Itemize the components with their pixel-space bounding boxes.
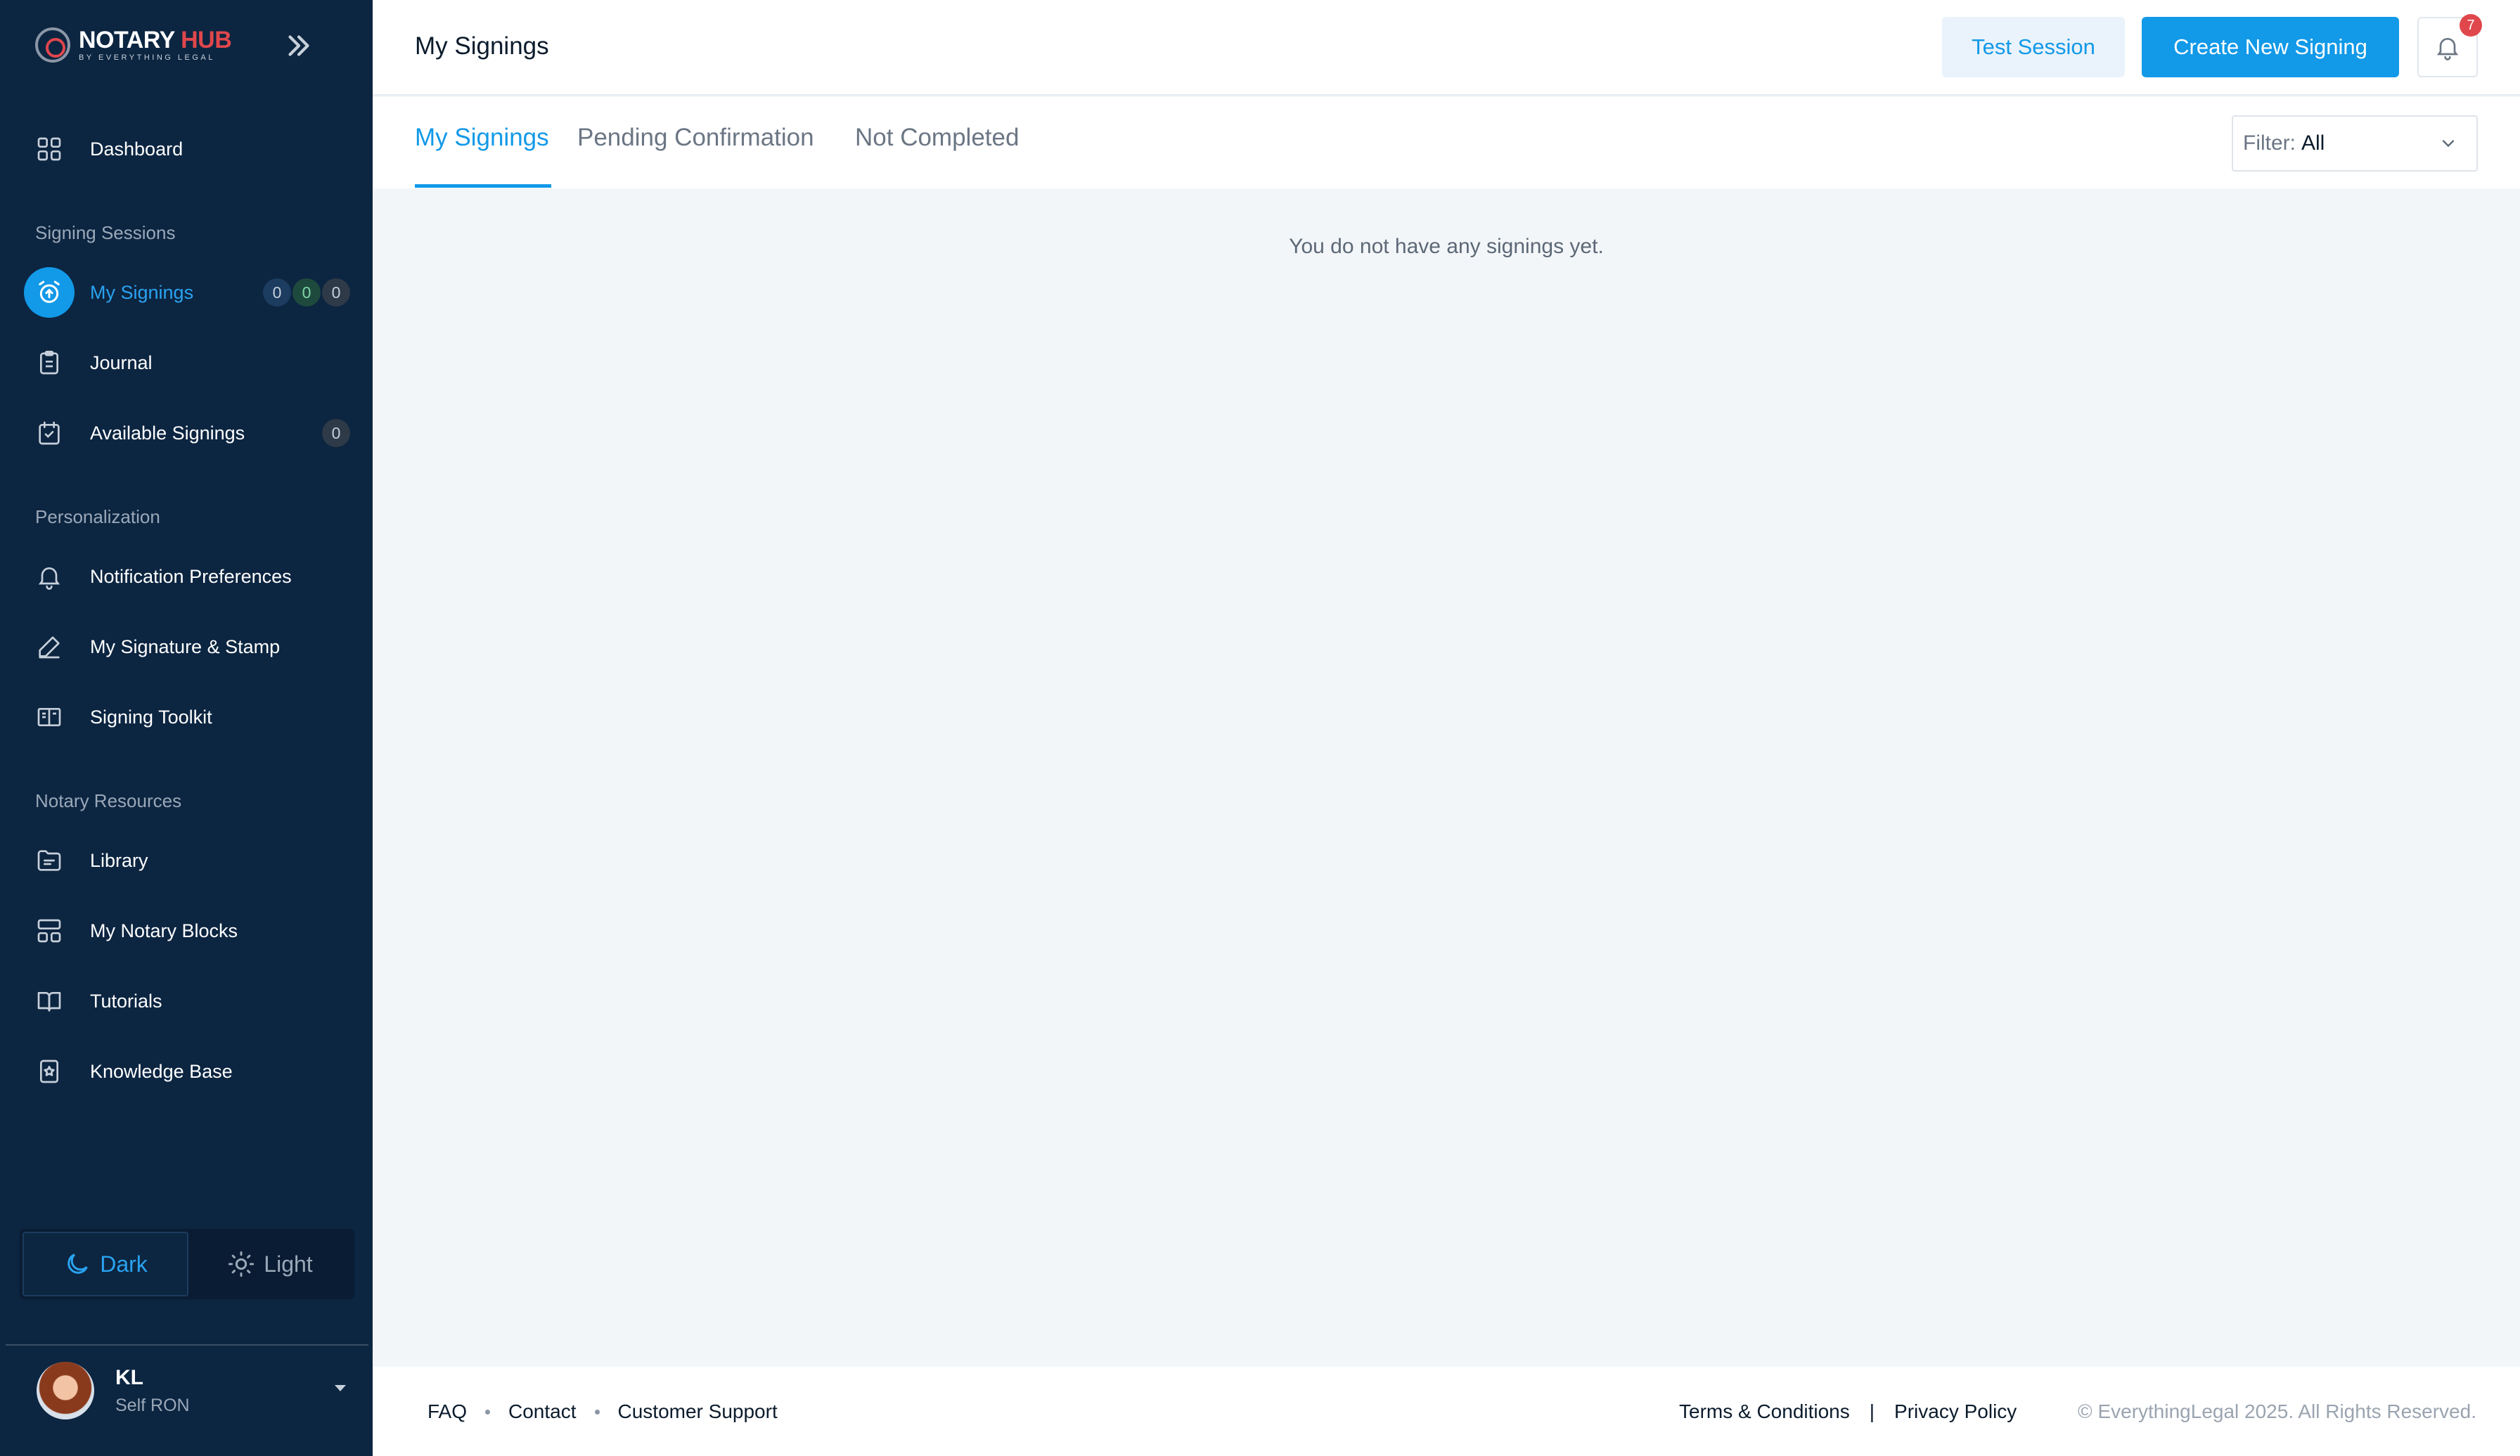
sidebar-item-signature-stamp[interactable]: My Signature & Stamp xyxy=(24,621,350,672)
active-tab-indicator xyxy=(415,184,551,188)
tab-my-signings[interactable]: My Signings xyxy=(415,124,549,152)
test-session-button[interactable]: Test Session xyxy=(1942,17,2125,77)
signing-count-badges: 0 0 0 xyxy=(263,278,350,307)
sidebar-item-label: Dashboard xyxy=(90,138,184,160)
separator-dot xyxy=(485,1409,491,1415)
count-badge: 0 xyxy=(263,278,291,307)
sidebar-item-tutorials[interactable]: Tutorials xyxy=(24,976,350,1026)
copyright: © EverythingLegal 2025. All Rights Reser… xyxy=(2078,1400,2476,1422)
page-title: My Signings xyxy=(415,32,549,60)
calendar-check-icon xyxy=(24,408,75,458)
bookmark-star-icon xyxy=(24,1046,75,1097)
count-badge: 0 xyxy=(292,278,321,307)
clipboard-icon xyxy=(24,337,75,388)
user-role: Self RON xyxy=(115,1395,190,1415)
sidebar-item-label: Available Signings xyxy=(90,422,245,444)
notary-hub-logo[interactable]: NOTARY HUB BY EVERYTHING LEGAL xyxy=(35,25,232,65)
blocks-icon xyxy=(24,906,75,956)
sidebar-item-label: My Signature & Stamp xyxy=(90,636,281,657)
sidebar-item-label: Signing Toolkit xyxy=(90,706,212,728)
footer-link-terms[interactable]: Terms & Conditions xyxy=(1679,1400,1850,1423)
sidebar-item-signing-toolkit[interactable]: Signing Toolkit xyxy=(24,692,350,742)
sidebar-item-label: Knowledge Base xyxy=(90,1060,233,1082)
sidebar-item-label: My Notary Blocks xyxy=(90,920,238,941)
sidebar-item-my-signings[interactable]: My Signings 0 0 0 xyxy=(24,267,350,318)
section-heading-personalization: Personalization xyxy=(35,506,160,527)
sidebar-item-knowledge-base[interactable]: Knowledge Base xyxy=(24,1046,350,1097)
logo-title: NOTARY xyxy=(79,27,175,53)
sidebar-item-label: Tutorials xyxy=(90,990,162,1012)
caret-down-icon[interactable] xyxy=(335,1385,346,1391)
grid-icon xyxy=(24,124,75,174)
theme-dark-button[interactable]: Dark xyxy=(22,1232,188,1296)
pen-icon xyxy=(24,621,75,672)
footer-link-contact[interactable]: Contact xyxy=(508,1400,577,1423)
separator-dot xyxy=(594,1409,600,1415)
filter-label: Filter: xyxy=(2243,131,2296,155)
sidebar: NOTARY HUB BY EVERYTHING LEGAL Dashboard… xyxy=(0,0,373,1456)
avatar xyxy=(37,1362,94,1419)
sidebar-item-label: Journal xyxy=(90,352,153,373)
logo-mark-icon xyxy=(35,27,70,63)
theme-dark-label: Dark xyxy=(100,1251,148,1277)
book-icon xyxy=(24,976,75,1026)
notification-count-badge: 7 xyxy=(2460,14,2482,37)
sidebar-item-label: My Signings xyxy=(90,281,194,303)
empty-state-message: You do not have any signings yet. xyxy=(1289,235,1604,258)
sidebar-item-journal[interactable]: Journal xyxy=(24,337,350,388)
tab-pending-confirmation[interactable]: Pending Confirmation xyxy=(577,124,814,152)
footer-link-customer-support[interactable]: Customer Support xyxy=(618,1400,778,1423)
bell-icon xyxy=(24,551,75,602)
alarm-clock-icon xyxy=(24,267,75,318)
tab-not-completed[interactable]: Not Completed xyxy=(855,124,1019,152)
notifications-button[interactable]: 7 xyxy=(2417,14,2482,77)
count-badge: 0 xyxy=(322,419,350,447)
chevron-down-icon xyxy=(2442,140,2455,148)
logo-subtitle: BY EVERYTHING LEGAL xyxy=(79,53,215,62)
collapse-sidebar-icon[interactable] xyxy=(281,28,316,63)
sidebar-item-available-signings[interactable]: Available Signings 0 xyxy=(24,408,350,458)
sidebar-divider xyxy=(6,1344,368,1346)
section-heading-signing-sessions: Signing Sessions xyxy=(35,222,176,243)
tab-bar: My Signings Pending Confirmation Not Com… xyxy=(373,97,2520,188)
footer-link-privacy[interactable]: Privacy Policy xyxy=(1894,1400,2017,1423)
theme-switcher: Dark Light xyxy=(20,1229,354,1299)
sidebar-item-label: Notification Preferences xyxy=(90,565,292,587)
moon-icon xyxy=(68,1254,88,1274)
filter-value: All xyxy=(2301,131,2325,155)
sidebar-item-label: Library xyxy=(90,849,148,871)
count-badge: 0 xyxy=(322,278,350,307)
folder-icon xyxy=(24,835,75,886)
logo-title-accent: HUB xyxy=(181,27,232,53)
bell-icon xyxy=(2436,38,2459,60)
user-menu[interactable]: KL Self RON xyxy=(37,1361,346,1420)
theme-light-button[interactable]: Light xyxy=(188,1232,352,1296)
separator-pipe: | xyxy=(1869,1400,1875,1422)
create-new-signing-button[interactable]: Create New Signing xyxy=(2142,17,2399,77)
sidebar-item-notary-blocks[interactable]: My Notary Blocks xyxy=(24,906,350,956)
filter-dropdown[interactable]: Filter: All xyxy=(2232,115,2478,172)
top-header: My Signings Test Session Create New Sign… xyxy=(373,0,2520,96)
sidebar-item-notification-preferences[interactable]: Notification Preferences xyxy=(24,551,350,602)
theme-light-label: Light xyxy=(264,1251,313,1277)
user-initials: KL xyxy=(115,1365,143,1389)
sun-icon xyxy=(229,1251,255,1277)
open-book-icon xyxy=(24,692,75,742)
sidebar-item-dashboard[interactable]: Dashboard xyxy=(24,124,350,174)
section-heading-notary-resources: Notary Resources xyxy=(35,790,182,811)
footer-link-faq[interactable]: FAQ xyxy=(428,1400,467,1423)
sidebar-item-library[interactable]: Library xyxy=(24,835,350,886)
footer: FAQ Contact Customer Support Terms & Con… xyxy=(373,1367,2520,1456)
